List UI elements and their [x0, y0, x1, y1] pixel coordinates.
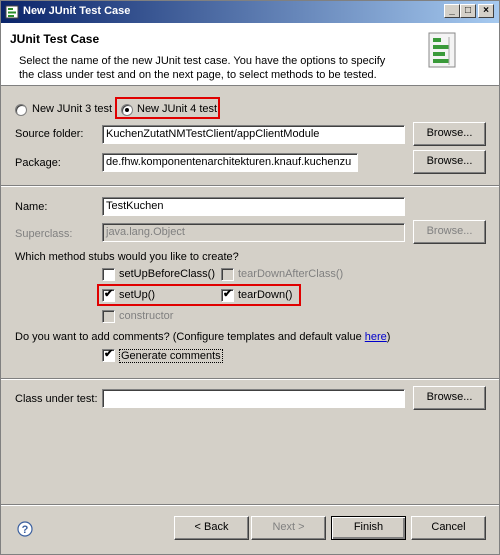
help-icon[interactable]: ?: [17, 521, 33, 537]
constructor-checkbox: [102, 310, 115, 323]
cancel-button[interactable]: Cancel: [411, 516, 486, 540]
maximize-button[interactable]: □: [460, 4, 476, 18]
superclass-field: java.lang.Object: [102, 223, 405, 242]
back-label: < Back: [194, 521, 229, 533]
name-field[interactable]: TestKuchen: [102, 197, 405, 216]
comments-question: Do you want to add comments? (Configure …: [15, 331, 391, 343]
next-label: Next >: [272, 521, 305, 533]
wizard-header: JUnit Test Case Select the name of the n…: [1, 23, 499, 86]
package-label: Package:: [15, 157, 61, 169]
junit-dialog: New JUnit Test Case _ □ × JUnit Test Cas…: [0, 0, 500, 555]
svg-text:?: ?: [22, 524, 29, 536]
page-description: Select the name of the new JUnit test ca…: [19, 55, 386, 81]
separator: [1, 378, 499, 380]
junit-icon: [5, 5, 19, 19]
browse-source-folder-button[interactable]: Browse...: [413, 122, 486, 146]
browse-label: Browse...: [426, 225, 473, 237]
browse-label: Browse...: [426, 127, 473, 139]
setupbeforeclass-label[interactable]: setUpBeforeClass(): [119, 268, 215, 280]
finish-label: Finish: [353, 521, 384, 533]
generate-comments-label[interactable]: Generate comments: [119, 349, 223, 363]
finish-button[interactable]: Finish: [331, 516, 406, 540]
back-button[interactable]: < Back: [174, 516, 249, 540]
browse-superclass-button: Browse...: [413, 220, 486, 244]
separator: [1, 504, 499, 506]
class-under-test-label: Class under test:: [15, 393, 98, 405]
name-label: Name:: [15, 201, 48, 213]
superclass-label: Superclass:: [15, 228, 73, 240]
junit3-radio[interactable]: [15, 104, 27, 116]
close-button[interactable]: ×: [478, 4, 494, 18]
check-mark-icon: ✔: [104, 348, 114, 360]
browse-label: Browse...: [426, 155, 473, 167]
teardownafterclass-label: tearDownAfterClass(): [238, 268, 344, 280]
stubs-question: Which method stubs would you like to cre…: [15, 251, 239, 263]
generate-comments-checkbox[interactable]: ✔: [102, 348, 115, 362]
class-under-test-field[interactable]: [102, 389, 405, 408]
junit3-label[interactable]: New JUnit 3 test: [32, 103, 112, 115]
window-title: New JUnit Test Case: [23, 5, 131, 17]
browse-package-button[interactable]: Browse...: [413, 150, 486, 174]
highlight-junit4: [115, 97, 220, 119]
highlight-setup-teardown: [97, 284, 301, 306]
separator: [1, 185, 499, 187]
cancel-label: Cancel: [431, 521, 466, 533]
next-button: Next >: [251, 516, 326, 540]
browse-class-under-test-button[interactable]: Browse...: [413, 386, 486, 410]
constructor-label: constructor: [119, 310, 174, 322]
minimize-button[interactable]: _: [444, 4, 460, 18]
teardownafterclass-checkbox: [221, 268, 234, 281]
source-folder-label: Source folder:: [15, 128, 84, 140]
source-folder-field[interactable]: KuchenZutatNMTestClient/appClientModule: [102, 125, 405, 144]
templates-link[interactable]: here: [365, 331, 387, 343]
setupbeforeclass-checkbox[interactable]: [102, 268, 115, 281]
junit-wizard-icon: [428, 32, 456, 68]
title-bar: New JUnit Test Case _ □ ×: [1, 1, 499, 23]
package-field[interactable]: de.fhw.komponentenarchitekturen.knauf.ku…: [102, 153, 358, 172]
page-title: JUnit Test Case: [10, 32, 100, 46]
browse-label: Browse...: [426, 391, 473, 403]
